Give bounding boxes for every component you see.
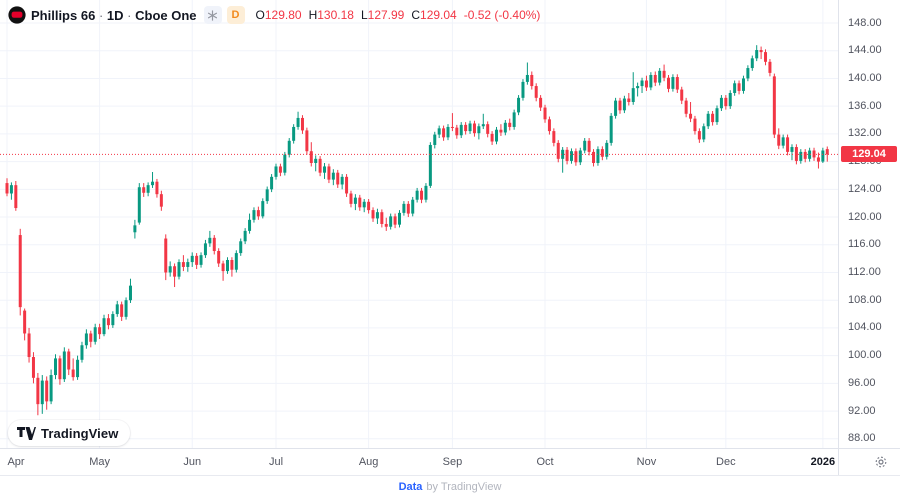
chart-pane[interactable] [0, 0, 838, 448]
time-tick-label-oct: Oct [536, 456, 554, 468]
phillips66-logo-icon[interactable] [8, 6, 26, 24]
high-value: H130.18 [308, 8, 354, 22]
price-tick-label: 96.00 [848, 376, 876, 389]
data-link[interactable]: Data [399, 481, 423, 493]
price-tick-label: 92.00 [848, 404, 876, 417]
snowflake-icon[interactable] [203, 6, 222, 24]
price-tick-label: 124.00 [848, 182, 882, 195]
ohlc-readout: O129.80 H130.18 L127.99 C129.04 -0.52 (-… [256, 8, 541, 22]
candles-group [5, 45, 829, 416]
time-tick-label-jun: Jun [183, 456, 202, 468]
price-axis[interactable]: 129.04 148.00144.00140.00136.00132.00128… [838, 0, 900, 448]
price-tick-label: 136.00 [848, 99, 882, 112]
tradingview-tv-icon [17, 426, 36, 440]
gear-icon[interactable] [874, 455, 888, 469]
time-tick-label-dec: Dec [716, 456, 736, 468]
separator-dot: · [98, 7, 104, 23]
tradingview-chart-window: Phillips 66 · 1D · Cboe One D O129.80 H1… [0, 0, 900, 498]
symbol-title[interactable]: Phillips 66 · 1D · Cboe One [31, 8, 197, 23]
symbol-legend: Phillips 66 · 1D · Cboe One D O129.80 H1… [8, 6, 540, 24]
close-value: C129.04 [411, 8, 457, 22]
price-tick-label: 88.00 [848, 432, 876, 445]
change-value: -0.52 (-0.40%) [463, 8, 541, 22]
interval-badge[interactable]: D [226, 6, 245, 24]
interval-text[interactable]: 1D [107, 8, 124, 23]
open-value: O129.80 [255, 8, 302, 22]
attribution-text: by TradingView [426, 481, 502, 493]
time-tick-label-may: May [89, 456, 110, 468]
last-price-label: 129.04 [841, 146, 897, 163]
price-tick-label: 140.00 [848, 71, 882, 84]
snowflake-glyph [207, 9, 218, 21]
price-tick-label: 116.00 [848, 238, 881, 251]
time-axis[interactable]: Apr May Jun Jul Aug Sep Oct Nov Dec 2026 [0, 448, 838, 475]
price-tick-label: 144.00 [848, 44, 882, 57]
low-value: L127.99 [360, 8, 405, 22]
attribution-bar: Data by TradingView [0, 475, 900, 498]
price-tick-label: 132.00 [848, 127, 882, 140]
tradingview-logo-pill[interactable]: TradingView [8, 420, 131, 446]
price-tick-label: 104.00 [848, 321, 882, 334]
time-tick-label-aug: Aug [358, 456, 379, 468]
price-tick-label: 100.00 [848, 349, 882, 362]
candlestick-chart[interactable] [0, 0, 838, 448]
gridlines [0, 0, 838, 448]
tradingview-logo-text: TradingView [41, 425, 119, 441]
time-tick-label-2026: 2026 [810, 456, 836, 468]
price-tick-label: 148.00 [848, 16, 882, 29]
time-tick-label-jul: Jul [268, 456, 284, 468]
price-tick-label: 108.00 [848, 293, 882, 306]
time-tick-label-nov: Nov [636, 456, 657, 468]
time-tick-label-apr: Apr [7, 456, 25, 468]
separator-dot: · [127, 7, 132, 23]
price-tick-label: 120.00 [848, 210, 882, 223]
axis-corner [838, 448, 900, 475]
exchange-text[interactable]: Cboe One [135, 8, 196, 23]
price-tick-label: 112.00 [848, 265, 881, 278]
time-tick-label-sep: Sep [442, 456, 463, 468]
